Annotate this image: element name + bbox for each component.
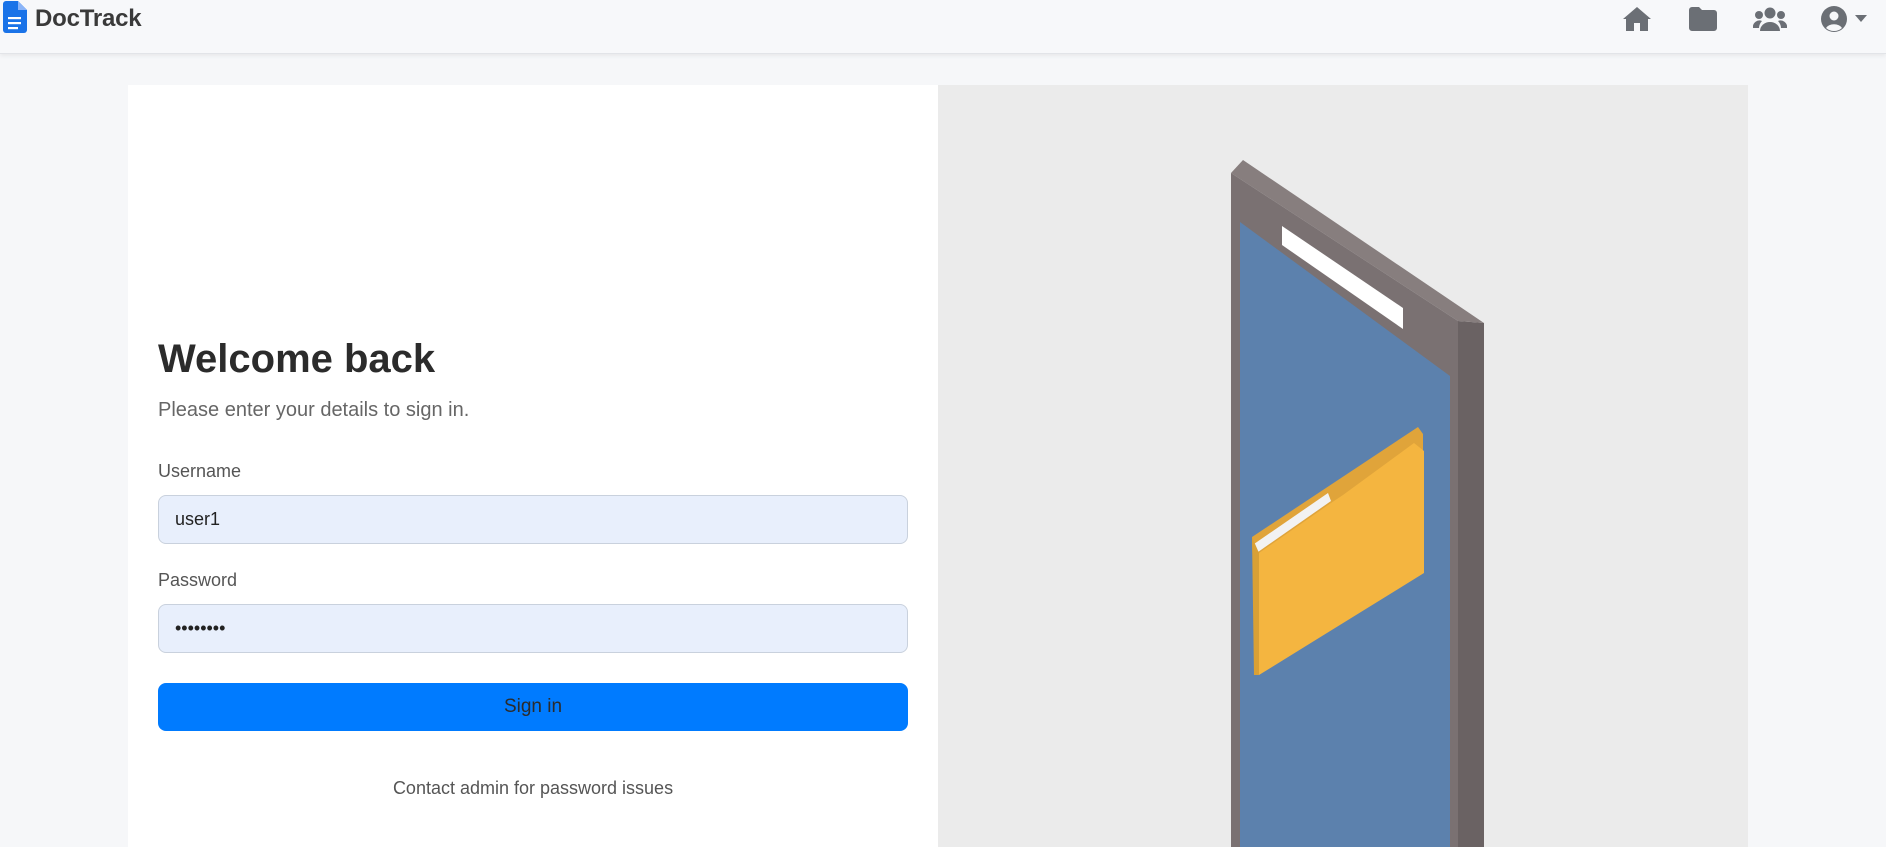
top-navbar: DocTrack — [0, 0, 1886, 54]
home-icon[interactable] — [1621, 2, 1653, 36]
brand-link[interactable]: DocTrack — [3, 0, 142, 38]
caret-down-icon — [1854, 15, 1867, 23]
users-icon[interactable] — [1753, 2, 1787, 36]
page-subtitle: Please enter your details to sign in. — [158, 399, 470, 421]
contact-admin-text: Contact admin for password issues — [392, 778, 674, 798]
nav-icon-group — [1621, 2, 1867, 36]
page-title: Welcome back — [158, 337, 436, 381]
sign-in-button[interactable]: Sign in — [158, 683, 908, 731]
user-menu-toggle[interactable] — [1820, 2, 1867, 36]
login-card: Welcome back Please enter your details t… — [128, 85, 1748, 847]
brand-name: DocTrack — [35, 5, 142, 32]
phone-with-folder-illustration — [1231, 160, 1484, 847]
username-label: Username — [158, 461, 242, 481]
login-form: Welcome back Please enter your details t… — [128, 85, 938, 847]
password-input[interactable] — [158, 604, 908, 653]
folder-icon[interactable] — [1688, 2, 1718, 36]
user-circle-icon — [1820, 5, 1848, 33]
password-label: Password — [158, 570, 238, 590]
username-input[interactable] — [158, 495, 908, 544]
document-icon — [3, 0, 27, 38]
illustration-pane — [938, 85, 1748, 847]
